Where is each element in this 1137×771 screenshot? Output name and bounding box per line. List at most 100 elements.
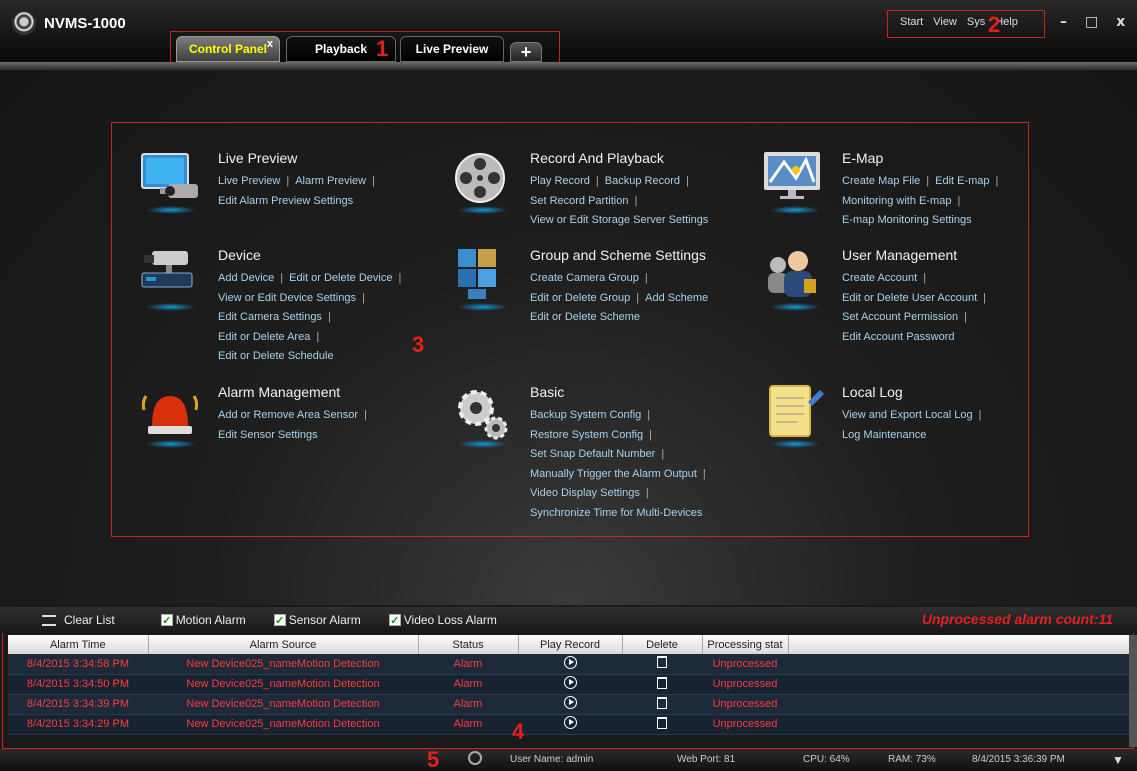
table-row[interactable]: 8/4/2015 3:34:58 PM New Device025_nameMo… xyxy=(8,654,1130,675)
link-edit-alarm-preview-settings[interactable]: Edit Alarm Preview Settings xyxy=(218,195,353,207)
link-edit-delete-user[interactable]: Edit or Delete User Account xyxy=(842,292,977,304)
module-basic: Basic Backup System Config | Restore Syst… xyxy=(450,382,712,523)
table-row[interactable]: 8/4/2015 3:34:50 PM New Device025_nameMo… xyxy=(8,674,1130,695)
table-row[interactable]: 8/4/2015 3:34:39 PM New Device025_nameMo… xyxy=(8,694,1130,715)
link-edit-delete-group[interactable]: Edit or Delete Group xyxy=(530,292,630,304)
col-alarm-time[interactable]: Alarm Time xyxy=(8,635,149,654)
clear-list-button[interactable]: Clear List xyxy=(42,613,115,627)
alarm-status: Alarm xyxy=(418,694,518,715)
motion-alarm-checkbox[interactable]: ✓ Motion Alarm xyxy=(160,613,246,627)
link-account-permission[interactable]: Set Account Permission xyxy=(842,311,958,323)
link-edit-delete-device[interactable]: Edit or Delete Device xyxy=(289,272,392,284)
link-area-sensor[interactable]: Add or Remove Area Sensor xyxy=(218,409,358,421)
module-title: User Management xyxy=(842,247,958,263)
col-delete[interactable]: Delete xyxy=(622,635,703,654)
link-create-map-file[interactable]: Create Map File xyxy=(842,175,920,187)
maximize-icon[interactable]: □ xyxy=(1085,14,1098,30)
alarm-toolbar: Clear List ✓ Motion Alarm ✓ Sensor Alarm ✓… xyxy=(0,607,1137,633)
vertical-scrollbar[interactable] xyxy=(1129,635,1137,747)
module-alarm-management: Alarm Management Add or Remove Area Sens… xyxy=(138,382,373,448)
alarm-time: 8/4/2015 3:34:29 PM xyxy=(8,714,148,735)
link-log-maintenance[interactable]: Log Maintenance xyxy=(842,429,926,441)
module-title: Record And Playback xyxy=(530,150,664,166)
link-set-record-partition[interactable]: Set Record Partition xyxy=(530,195,628,207)
annotation-label: 5 xyxy=(427,747,440,771)
link-synchronize-time[interactable]: Synchronize Time for Multi-Devices xyxy=(530,507,702,519)
col-processing[interactable]: Processing stat xyxy=(702,635,789,654)
link-device-settings[interactable]: View or Edit Device Settings xyxy=(218,292,356,304)
link-account-password[interactable]: Edit Account Password xyxy=(842,331,955,343)
link-alarm-preview[interactable]: Alarm Preview xyxy=(295,175,366,187)
link-export-local-log[interactable]: View and Export Local Log xyxy=(842,409,973,421)
clear-list-label: Clear List xyxy=(64,613,115,627)
app-window: NVMS-1000 Control Panel x Playback Live … xyxy=(0,0,1137,771)
alarm-time: 8/4/2015 3:34:39 PM xyxy=(8,694,148,715)
link-sensor-settings[interactable]: Edit Sensor Settings xyxy=(218,429,318,441)
processing-status: Unprocessed xyxy=(702,714,788,735)
alarm-time: 8/4/2015 3:34:58 PM xyxy=(8,654,148,675)
annotation-box-menu xyxy=(887,10,1045,38)
col-play-record[interactable]: Play Record xyxy=(518,635,623,654)
monitor-camera-icon xyxy=(138,148,204,214)
status-bar: 5 User Name: admin Web Port: 81 CPU: 64%… xyxy=(0,747,1137,771)
col-alarm-source[interactable]: Alarm Source xyxy=(148,635,419,654)
app-logo-icon xyxy=(12,11,36,35)
notebook-icon xyxy=(762,382,828,448)
link-camera-settings[interactable]: Edit Camera Settings xyxy=(218,311,322,323)
annotation-label: 3 xyxy=(412,332,425,357)
alarm-source: New Device025_nameMotion Detection xyxy=(148,674,418,695)
link-play-record[interactable]: Play Record xyxy=(530,175,590,187)
link-video-display-settings[interactable]: Video Display Settings xyxy=(530,487,640,499)
chevron-down-icon[interactable]: ▼ xyxy=(1112,753,1124,767)
link-edit-delete-scheme[interactable]: Edit or Delete Scheme xyxy=(530,311,640,323)
alarm-source: New Device025_nameMotion Detection xyxy=(148,654,418,675)
processing-status: Unprocessed xyxy=(702,694,788,715)
link-snap-default[interactable]: Set Snap Default Number xyxy=(530,448,655,460)
trash-icon[interactable] xyxy=(657,676,667,689)
user-icon xyxy=(468,751,482,765)
play-icon[interactable] xyxy=(563,696,577,709)
sensor-alarm-checkbox[interactable]: ✓ Sensor Alarm xyxy=(273,613,361,627)
alarm-status: Alarm xyxy=(418,654,518,675)
link-edit-delete-schedule[interactable]: Edit or Delete Schedule xyxy=(218,350,334,362)
module-emap: E-Map Create Map File | Edit E-map | Monito… xyxy=(762,148,1004,231)
module-title: Local Log xyxy=(842,384,903,400)
link-create-camera-group[interactable]: Create Camera Group xyxy=(530,272,639,284)
module-title: Basic xyxy=(530,384,565,400)
module-title: Group and Scheme Settings xyxy=(530,247,706,263)
link-live-preview[interactable]: Live Preview xyxy=(218,175,280,187)
alarm-light-icon xyxy=(138,382,204,448)
play-icon[interactable] xyxy=(563,716,577,729)
trash-icon[interactable] xyxy=(657,656,667,669)
unprocessed-alarm-count: Unprocessed alarm count:11 xyxy=(921,611,1113,627)
link-storage-server-settings[interactable]: View or Edit Storage Server Settings xyxy=(530,214,708,226)
status-cpu: CPU: 64% xyxy=(803,754,850,765)
video-loss-alarm-checkbox[interactable]: ✓ Video Loss Alarm xyxy=(388,613,497,627)
link-restore-config[interactable]: Restore System Config xyxy=(530,429,643,441)
link-add-device[interactable]: Add Device xyxy=(218,272,274,284)
link-edit-emap[interactable]: Edit E-map xyxy=(935,175,989,187)
link-edit-delete-area[interactable]: Edit or Delete Area xyxy=(218,331,310,343)
link-monitoring-emap[interactable]: Monitoring with E-map xyxy=(842,195,951,207)
play-icon[interactable] xyxy=(563,676,577,689)
title-bar: NVMS-1000 Control Panel x Playback Live … xyxy=(0,0,1137,67)
link-emap-monitoring-settings[interactable]: E-map Monitoring Settings xyxy=(842,214,972,226)
tab-strip-underline xyxy=(0,62,1137,70)
close-icon[interactable]: x xyxy=(1116,14,1125,30)
link-backup-config[interactable]: Backup System Config xyxy=(530,409,641,421)
link-backup-record[interactable]: Backup Record xyxy=(605,175,680,187)
play-icon[interactable] xyxy=(563,655,577,669)
link-trigger-alarm-output[interactable]: Manually Trigger the Alarm Output xyxy=(530,468,697,480)
status-user: User Name: admin xyxy=(510,754,594,765)
table-row[interactable]: 8/4/2015 3:34:29 PM New Device025_nameMo… xyxy=(8,714,1130,735)
trash-icon[interactable] xyxy=(657,696,667,709)
link-create-account[interactable]: Create Account xyxy=(842,272,917,284)
module-title: E-Map xyxy=(842,150,884,166)
app-title: NVMS-1000 xyxy=(44,14,126,32)
processing-status: Unprocessed xyxy=(702,654,788,675)
minimize-icon[interactable]: – xyxy=(1060,14,1067,30)
users-icon xyxy=(762,245,828,311)
trash-icon[interactable] xyxy=(657,716,667,729)
link-add-scheme[interactable]: Add Scheme xyxy=(645,292,708,304)
col-status[interactable]: Status xyxy=(418,635,519,654)
